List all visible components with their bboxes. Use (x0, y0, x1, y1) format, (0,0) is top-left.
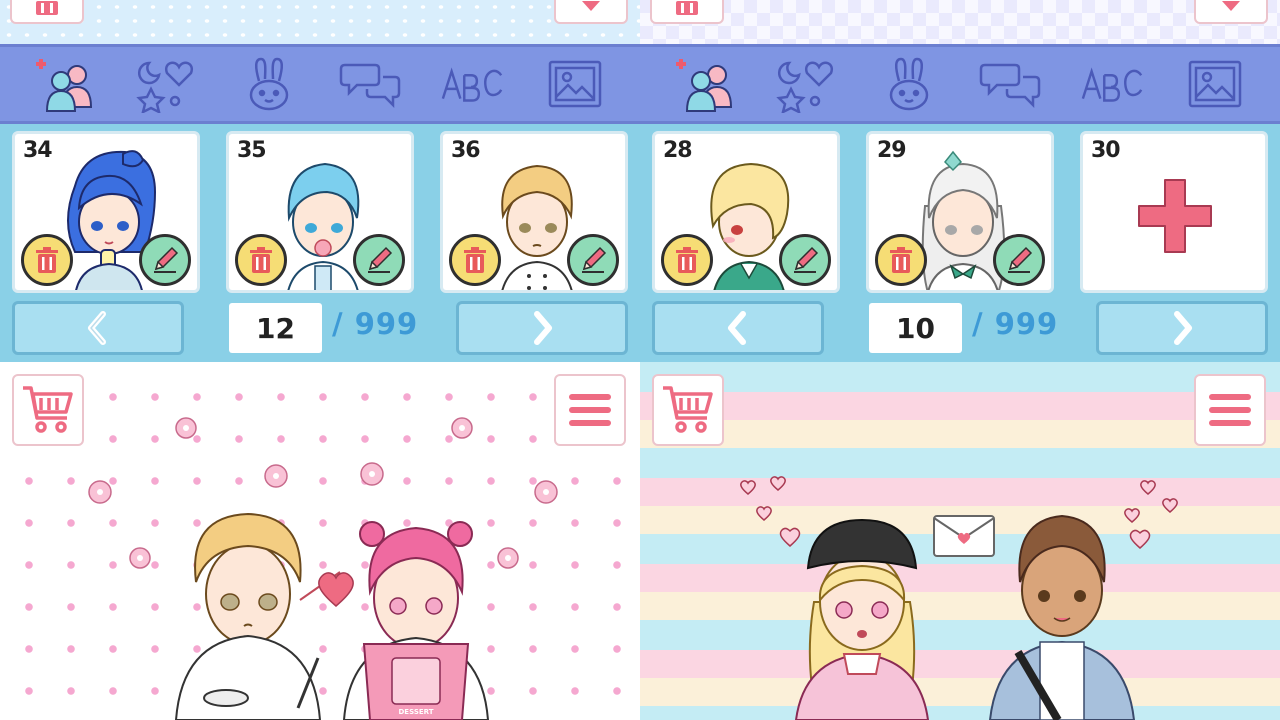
character-card[interactable]: 34 (12, 131, 200, 293)
delete-character-button[interactable] (235, 234, 287, 286)
character-scene (640, 362, 1280, 720)
top-left-button[interactable] (650, 0, 724, 24)
add-character-icon[interactable] (671, 52, 739, 116)
text-abc-icon[interactable] (1079, 52, 1147, 116)
edit-character-button[interactable] (139, 234, 191, 286)
blonde-girl-character (794, 518, 930, 720)
animal-icon[interactable] (875, 52, 943, 116)
top-left-button[interactable] (10, 0, 84, 24)
trash-icon (890, 247, 912, 273)
right-game-panel: 28 29 30 10 / 999 (640, 0, 1280, 720)
menu-button[interactable] (1194, 374, 1266, 446)
chevron-right-icon (1174, 311, 1192, 345)
trash-icon (36, 247, 58, 273)
pencil-icon (368, 246, 393, 273)
character-slots: 34 35 36 12 / 999 (0, 124, 640, 362)
text-abc-icon[interactable] (439, 52, 507, 116)
edit-character-button[interactable] (567, 234, 619, 286)
stickers-icon[interactable] (133, 52, 201, 116)
add-character-slot[interactable]: 30 (1080, 131, 1268, 293)
pink-hair-character (342, 521, 490, 720)
current-page-field[interactable]: 12 (229, 303, 322, 353)
character-card[interactable]: 35 (226, 131, 414, 293)
hamburger-menu-icon (1209, 394, 1251, 426)
total-pages: / 999 (332, 307, 419, 341)
plus-icon (1138, 179, 1212, 253)
chevron-left-icon (88, 311, 106, 345)
pencil-icon (582, 246, 607, 273)
shop-cart-button[interactable] (652, 374, 724, 446)
shop-cart-button[interactable] (12, 374, 84, 446)
edit-character-button[interactable] (993, 234, 1045, 286)
flower-centers (97, 425, 549, 561)
character-card[interactable]: 36 (440, 131, 628, 293)
left-game-panel: 34 35 36 12 / 999 DESSERT (0, 0, 640, 720)
heart-icon (1222, 1, 1240, 11)
previous-page-button[interactable] (652, 301, 824, 355)
category-bar (0, 44, 640, 124)
top-right-button[interactable] (554, 0, 628, 24)
previous-page-button[interactable] (12, 301, 184, 355)
apron-text: DESSERT (399, 708, 434, 716)
scene-illustration: DESSERT (88, 417, 558, 720)
brunette-boy-character (988, 514, 1136, 720)
pencil-icon (794, 246, 819, 273)
shopping-cart-icon (23, 386, 73, 433)
next-page-button[interactable] (456, 301, 628, 355)
category-bar (640, 44, 1280, 124)
character-card[interactable]: 29 (866, 131, 1054, 293)
trash-icon (250, 247, 272, 273)
pencil-icon (1008, 246, 1033, 273)
top-strip (0, 0, 640, 44)
chevron-left-icon (728, 311, 746, 345)
slot-number: 30 (1091, 138, 1121, 163)
speech-bubble-icon[interactable] (977, 52, 1045, 116)
delete-character-button[interactable] (661, 234, 713, 286)
scene-illustration (740, 476, 1178, 720)
trash-icon (676, 1, 698, 15)
shopping-cart-icon (663, 386, 713, 433)
animal-icon[interactable] (235, 52, 303, 116)
edit-character-button[interactable] (353, 234, 405, 286)
character-card[interactable]: 28 (652, 131, 840, 293)
chef-character (174, 512, 322, 720)
speech-bubble-icon[interactable] (337, 52, 405, 116)
trash-icon (36, 1, 58, 15)
character-scene: DESSERT (0, 362, 640, 720)
delete-character-button[interactable] (449, 234, 501, 286)
pencil-icon (154, 246, 179, 273)
next-page-button[interactable] (1096, 301, 1268, 355)
edit-character-button[interactable] (779, 234, 831, 286)
background-image-icon[interactable] (1181, 52, 1249, 116)
pager: 10 / 999 (640, 299, 1280, 357)
background-image-icon[interactable] (541, 52, 609, 116)
pager: 12 / 999 (0, 299, 640, 357)
stickers-icon[interactable] (773, 52, 841, 116)
trash-icon (464, 247, 486, 273)
menu-button[interactable] (554, 374, 626, 446)
heart-icon (582, 1, 600, 11)
total-pages: / 999 (972, 307, 1059, 341)
hamburger-menu-icon (569, 394, 611, 426)
current-page-field[interactable]: 10 (869, 303, 962, 353)
heart-arrow (318, 572, 354, 607)
love-letter-envelope (933, 515, 995, 557)
delete-character-button[interactable] (875, 234, 927, 286)
flower-decoration (88, 417, 558, 569)
top-right-button[interactable] (1194, 0, 1268, 24)
trash-icon (676, 247, 698, 273)
game-screen: 34 35 36 12 / 999 DESSERT 28 29 30 10 / … (0, 0, 1280, 720)
chevron-right-icon (534, 311, 552, 345)
top-strip (640, 0, 1280, 44)
character-slots: 28 29 30 10 / 999 (640, 124, 1280, 362)
add-character-icon[interactable] (31, 52, 99, 116)
delete-character-button[interactable] (21, 234, 73, 286)
